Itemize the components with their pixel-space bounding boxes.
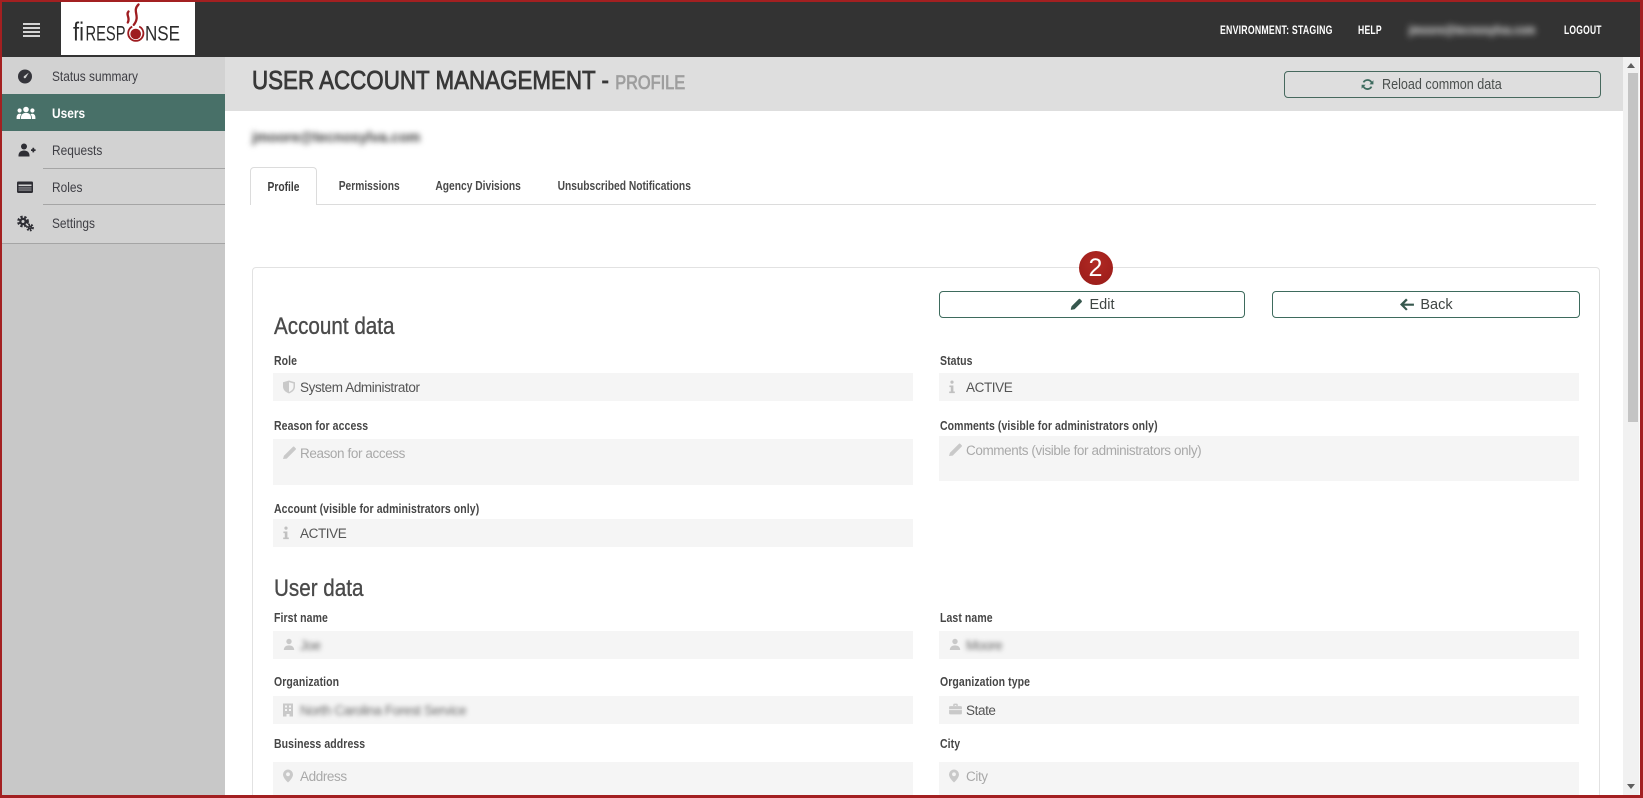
svg-text:RESP: RESP — [86, 23, 126, 46]
svg-text:NSE: NSE — [145, 23, 180, 46]
svg-text:fi: fi — [73, 17, 84, 47]
